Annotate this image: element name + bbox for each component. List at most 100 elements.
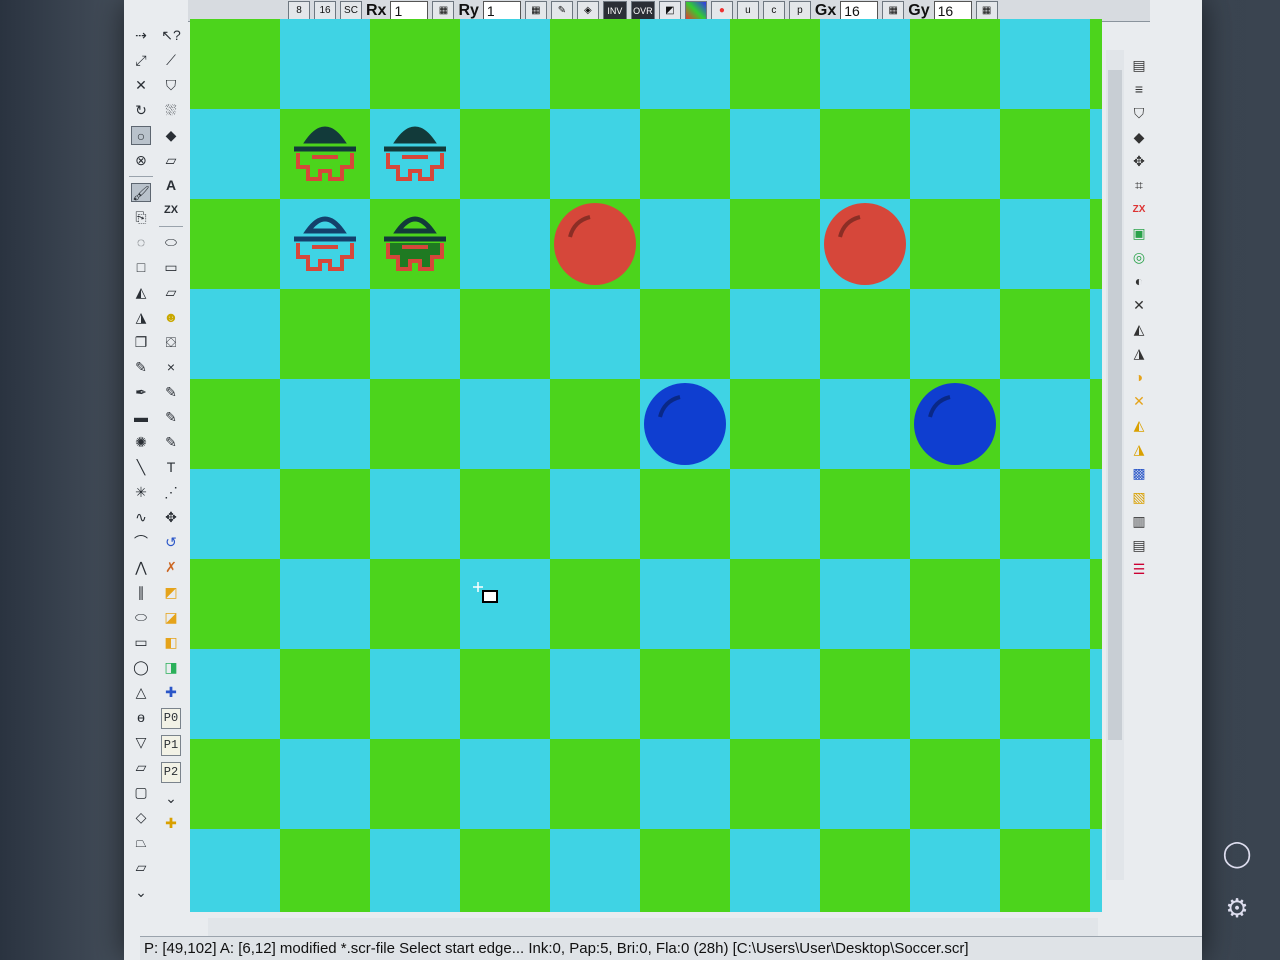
circle-icon[interactable]: ◯ [131, 658, 151, 677]
move-icon[interactable]: ✥ [1129, 152, 1149, 171]
gx-input[interactable]: 16 [840, 0, 879, 21]
size-8-button[interactable]: 8 [288, 0, 310, 21]
pen-icon[interactable]: ✎ [550, 0, 573, 21]
underline-c-icon[interactable]: c [762, 0, 785, 21]
pointer-help-icon[interactable]: ↖? [161, 26, 181, 45]
columns-icon[interactable]: ▥ [1129, 512, 1149, 531]
pattern2-icon[interactable]: ▧ [1129, 488, 1149, 507]
arrow-right-icon[interactable]: ⇢ [131, 26, 151, 45]
text-tool[interactable]: A [161, 176, 181, 195]
bright-icon[interactable]: ● [710, 0, 733, 21]
polyline-icon[interactable]: ⋀ [131, 558, 151, 577]
spray-icon[interactable]: ✺ [131, 433, 151, 452]
color-palette-icon[interactable] [684, 0, 707, 21]
p1-button[interactable]: P1 [161, 735, 181, 756]
pattern-fill-icon[interactable]: ⛆ [161, 101, 181, 120]
rx-grid-icon[interactable]: ▦ [432, 0, 455, 21]
underline-p-icon[interactable]: p [788, 0, 811, 21]
gradient4-icon[interactable]: ◨ [161, 658, 181, 677]
gradient3-icon[interactable]: ◧ [161, 633, 181, 652]
flip-h-icon[interactable]: ◭ [131, 283, 151, 302]
parallelogram-icon[interactable]: ▱ [131, 758, 151, 777]
circle-cross-icon[interactable]: ⊗ [131, 151, 151, 170]
parallel-icon[interactable]: ∥ [131, 583, 151, 602]
lasso-icon[interactable]: ɵ [131, 708, 151, 727]
smiley-icon[interactable]: ☻ [161, 308, 181, 327]
flip-color-icon[interactable]: ◭ [1129, 416, 1149, 435]
zx-icon[interactable]: ZX [1129, 200, 1149, 219]
star-icon[interactable]: ✳ [131, 483, 151, 502]
p0-button[interactable]: P0 [161, 708, 181, 729]
text-box-icon[interactable]: T [161, 458, 181, 477]
pen-icon[interactable]: ✒ [131, 383, 151, 402]
size-16-button[interactable]: 16 [314, 0, 336, 21]
copy-icon[interactable]: ❐ [131, 333, 151, 352]
vertical-scrollbar-thumb[interactable] [1108, 70, 1122, 740]
invert-button[interactable]: INV [602, 0, 627, 21]
fill-icon[interactable]: ◈ [576, 0, 599, 21]
zx-text-tool[interactable]: ZX [161, 201, 181, 220]
bucket-icon[interactable]: ⛉ [1129, 104, 1149, 123]
move-icon[interactable]: ✥ [161, 508, 181, 527]
p2-button[interactable]: P2 [161, 762, 181, 783]
rect-outline-icon[interactable]: ▭ [161, 258, 181, 277]
cross-arrow-icon[interactable]: ✕ [131, 76, 151, 95]
paint-bucket-icon[interactable]: ⛉ [161, 76, 181, 95]
ry-grid-icon[interactable]: ▦ [524, 0, 547, 21]
lines-icon[interactable]: ≡ [1129, 80, 1149, 99]
circle-select-icon[interactable]: ○ [131, 126, 151, 145]
rotate-icon[interactable]: ↻ [131, 101, 151, 120]
ellipse-outline-icon[interactable]: ⬭ [161, 233, 181, 252]
eyedropper-icon[interactable]: ⟋ [161, 51, 181, 70]
frame-icon[interactable]: ▣ [1129, 224, 1149, 243]
curve-icon[interactable]: ∿ [131, 508, 151, 527]
grid-icon[interactable]: ▤ [1129, 56, 1149, 75]
arc-icon[interactable]: ⌒ [131, 533, 151, 552]
rotate-icon[interactable]: ↺ [161, 533, 181, 552]
crop-icon[interactable]: ⌗ [1129, 176, 1149, 195]
user-icon[interactable]: ◯ [1222, 838, 1251, 869]
pen-question-icon[interactable]: ✎ [161, 433, 181, 452]
rows-icon[interactable]: ▤ [1129, 536, 1149, 555]
layers-icon[interactable]: ☰ [1129, 560, 1149, 579]
triangle-icon[interactable]: △ [131, 683, 151, 702]
close-icon[interactable]: × [161, 358, 181, 377]
close-icon[interactable]: ✕ [1129, 296, 1149, 315]
highlighter-icon[interactable]: ▬ [131, 408, 151, 427]
bucket-icon[interactable]: ⛋ [161, 333, 181, 352]
brush-icon[interactable]: 🖌 [131, 183, 151, 202]
diamond-icon[interactable]: ◇ [131, 808, 151, 827]
gear-icon[interactable]: ⚙ [1225, 893, 1248, 924]
ry-input[interactable]: 1 [482, 0, 521, 21]
gy-grid-icon[interactable]: ▦ [975, 0, 998, 21]
overwrite-button[interactable]: OVR [630, 0, 655, 21]
stamp-icon[interactable]: ⎘ [131, 208, 151, 227]
cross-icon[interactable]: ✕ [1129, 392, 1149, 411]
parallelogram-outline-icon[interactable]: ▱ [161, 283, 181, 302]
attribute-icon[interactable]: ◩ [658, 0, 681, 21]
triangle-down-icon[interactable]: ▽ [131, 733, 151, 752]
gradient-icon[interactable]: ◩ [161, 583, 181, 602]
contrast-icon[interactable]: ◐ [1129, 272, 1149, 291]
horizontal-scrollbar[interactable] [208, 918, 1098, 936]
add-layer-icon[interactable]: ✚ [161, 814, 181, 833]
palette-icon[interactable]: ◑ [1129, 368, 1149, 387]
delete-icon[interactable]: ✗ [161, 558, 181, 577]
pattern-icon[interactable]: ▩ [1129, 464, 1149, 483]
ellipse-icon[interactable]: ⬭ [131, 608, 151, 627]
gy-input[interactable]: 16 [933, 0, 972, 21]
rounded-rect-icon[interactable]: ▢ [131, 783, 151, 802]
rx-input[interactable]: 1 [390, 0, 429, 21]
gx-grid-icon[interactable]: ▦ [882, 0, 905, 21]
mirror-v-icon[interactable]: ◮ [1129, 344, 1149, 363]
line-icon[interactable]: ╲ [131, 458, 151, 477]
flip-color-v-icon[interactable]: ◮ [1129, 440, 1149, 459]
pen-c2-icon[interactable]: ✎ [161, 408, 181, 427]
skew-icon[interactable]: ⏥ [131, 858, 151, 877]
trapezoid-icon[interactable]: ⏢ [131, 833, 151, 852]
pixel-canvas[interactable] [190, 19, 1102, 912]
flip-v-icon[interactable]: ◮ [131, 308, 151, 327]
fill-icon[interactable]: ◆ [161, 126, 181, 145]
magnify-icon[interactable]: ◎ [1129, 248, 1149, 267]
underline-u-icon[interactable]: u [736, 0, 759, 21]
